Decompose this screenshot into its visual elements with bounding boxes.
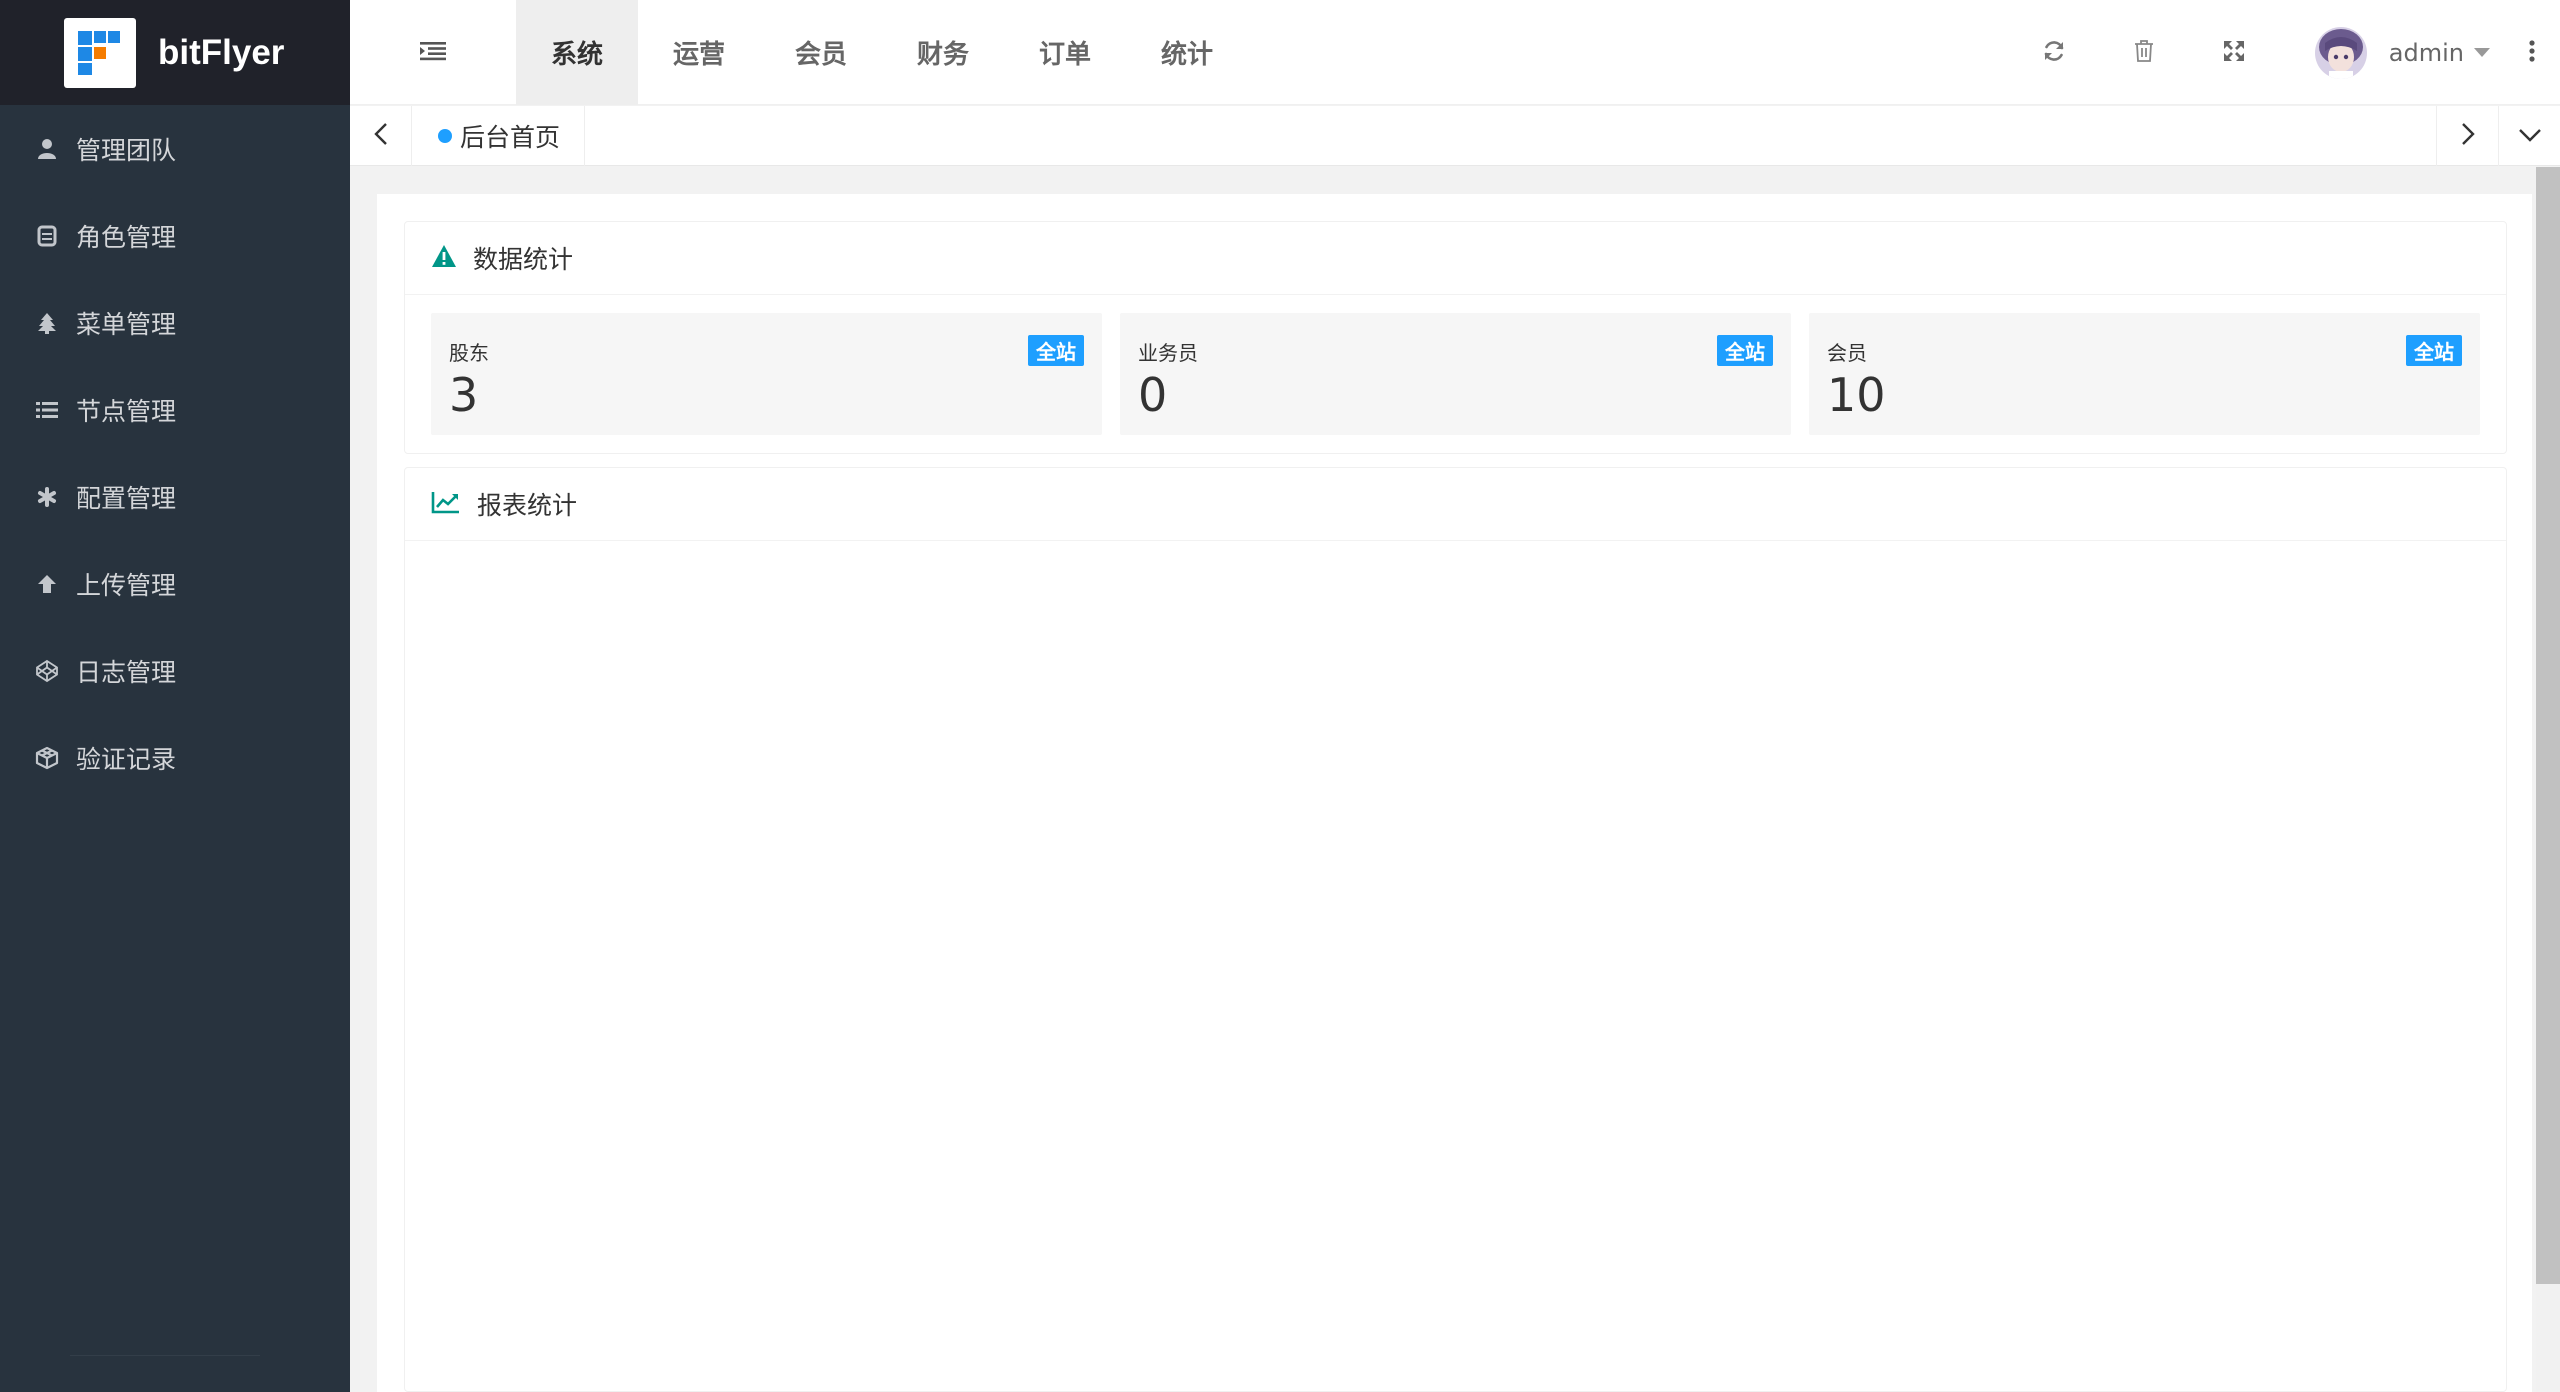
sidebar-item-verification[interactable]: 验证记录 (0, 714, 350, 801)
report-stats-title: 报表统计 (477, 491, 578, 520)
main-content: 数据统计 股东 3 全站 业务员 0 全站 会员 10 全站 报表统计 (377, 194, 2532, 1392)
tab-orders[interactable]: 订单 (1004, 0, 1126, 105)
tab-finance[interactable]: 财务 (882, 0, 1004, 105)
report-stats-header: 报表统计 (405, 468, 2506, 541)
data-stats-title: 数据统计 (473, 245, 574, 274)
status-badge: 全站 (2406, 335, 2462, 366)
tree-icon (34, 310, 60, 336)
stat-value: 0 (1138, 368, 1168, 422)
stat-label: 业务员 (1138, 341, 1198, 365)
user-menu[interactable]: admin (2279, 0, 2504, 105)
header-actions: admin (2009, 0, 2560, 105)
sidebar-item-label: 配置管理 (76, 483, 177, 513)
user-icon (34, 136, 60, 162)
stat-label: 会员 (1827, 341, 1867, 365)
app-title: bitFlyer (158, 32, 285, 72)
stat-value: 3 (449, 368, 479, 422)
sidebar-item-label: 上传管理 (76, 570, 177, 600)
sidebar-divider (70, 1355, 260, 1356)
sidebar-item-upload[interactable]: 上传管理 (0, 540, 350, 627)
chevron-down-icon (2518, 127, 2542, 146)
sidebar-menu: 管理团队 角色管理 菜单管理 节点管理 配置管理 上传管理 日志管理 验证记录 (0, 105, 350, 801)
refresh-icon (2042, 39, 2066, 67)
expand-icon (2223, 40, 2245, 66)
logo-area: bitFlyer (0, 0, 350, 105)
asterisk-icon (34, 484, 60, 510)
sidebar: bitFlyer 管理团队 角色管理 菜单管理 节点管理 配置管理 上传管理 日… (0, 0, 350, 1392)
caret-down-icon (2474, 43, 2490, 62)
logo-icon[interactable] (64, 17, 136, 88)
sidebar-item-label: 角色管理 (76, 222, 177, 252)
chevron-right-icon (2461, 122, 2475, 150)
trash-icon (2133, 39, 2155, 67)
tab-members[interactable]: 会员 (760, 0, 882, 105)
tab-home-label: 后台首页 (460, 123, 561, 152)
stat-card-shareholders: 股东 3 全站 (431, 313, 1102, 435)
tab-scroll-left-button[interactable] (350, 106, 412, 166)
sidebar-item-nodes[interactable]: 节点管理 (0, 366, 350, 453)
fullscreen-button[interactable] (2189, 0, 2279, 105)
sidebar-item-label: 节点管理 (76, 396, 177, 426)
sidebar-item-roles[interactable]: 角色管理 (0, 192, 350, 279)
status-badge: 全站 (1717, 335, 1773, 366)
tab-home[interactable]: 后台首页 (412, 106, 586, 166)
chevron-left-icon (373, 122, 388, 150)
stats-row: 股东 3 全站 业务员 0 全站 会员 10 全站 (405, 295, 2506, 453)
sidebar-item-menus[interactable]: 菜单管理 (0, 279, 350, 366)
scrollbar-thumb[interactable] (2536, 167, 2560, 1284)
tab-operations[interactable]: 运营 (638, 0, 760, 105)
active-dot-icon (438, 129, 452, 143)
stat-label: 股东 (449, 341, 489, 365)
cube-icon (34, 745, 60, 771)
status-badge: 全站 (1028, 335, 1084, 366)
sidebar-item-label: 验证记录 (76, 744, 177, 774)
more-vertical-icon (2529, 39, 2535, 66)
arrow-up-icon (34, 571, 60, 597)
list-icon (34, 397, 60, 423)
database-icon (34, 223, 60, 249)
stat-card-members: 会员 10 全站 (1809, 313, 2480, 435)
tab-system[interactable]: 系统 (516, 0, 638, 105)
warning-icon (431, 244, 457, 272)
sidebar-item-config[interactable]: 配置管理 (0, 453, 350, 540)
sidebar-toggle-button[interactable] (350, 0, 516, 105)
tab-options-button[interactable] (2498, 106, 2560, 166)
refresh-button[interactable] (2009, 0, 2099, 105)
sidebar-item-label: 菜单管理 (76, 309, 177, 339)
stat-card-salespersons: 业务员 0 全站 (1120, 313, 1791, 435)
top-header: 系统 运营 会员 财务 订单 统计 admin (350, 0, 2560, 105)
avatar[interactable] (2314, 26, 2367, 79)
page-tab-bar: 后台首页 (350, 106, 2560, 166)
report-stats-card: 报表统计 (404, 467, 2507, 1392)
codepen-icon (34, 658, 60, 684)
more-options-button[interactable] (2504, 0, 2560, 105)
line-chart-icon (431, 490, 461, 518)
stat-value: 10 (1827, 368, 1886, 422)
report-chart-area (405, 541, 2506, 1391)
tab-scroll-right-button[interactable] (2436, 106, 2498, 166)
data-stats-header: 数据统计 (405, 222, 2506, 295)
sidebar-item-label: 管理团队 (76, 135, 177, 165)
data-stats-card: 数据统计 股东 3 全站 业务员 0 全站 会员 10 全站 (404, 221, 2507, 454)
username: admin (2388, 38, 2464, 67)
tab-statistics[interactable]: 统计 (1126, 0, 1248, 105)
sidebar-item-logs[interactable]: 日志管理 (0, 627, 350, 714)
indent-icon (420, 41, 446, 65)
top-nav-tabs: 系统 运营 会员 财务 订单 统计 (516, 0, 1248, 105)
clear-cache-button[interactable] (2099, 0, 2189, 105)
sidebar-item-team[interactable]: 管理团队 (0, 105, 350, 192)
sidebar-item-label: 日志管理 (76, 657, 177, 687)
